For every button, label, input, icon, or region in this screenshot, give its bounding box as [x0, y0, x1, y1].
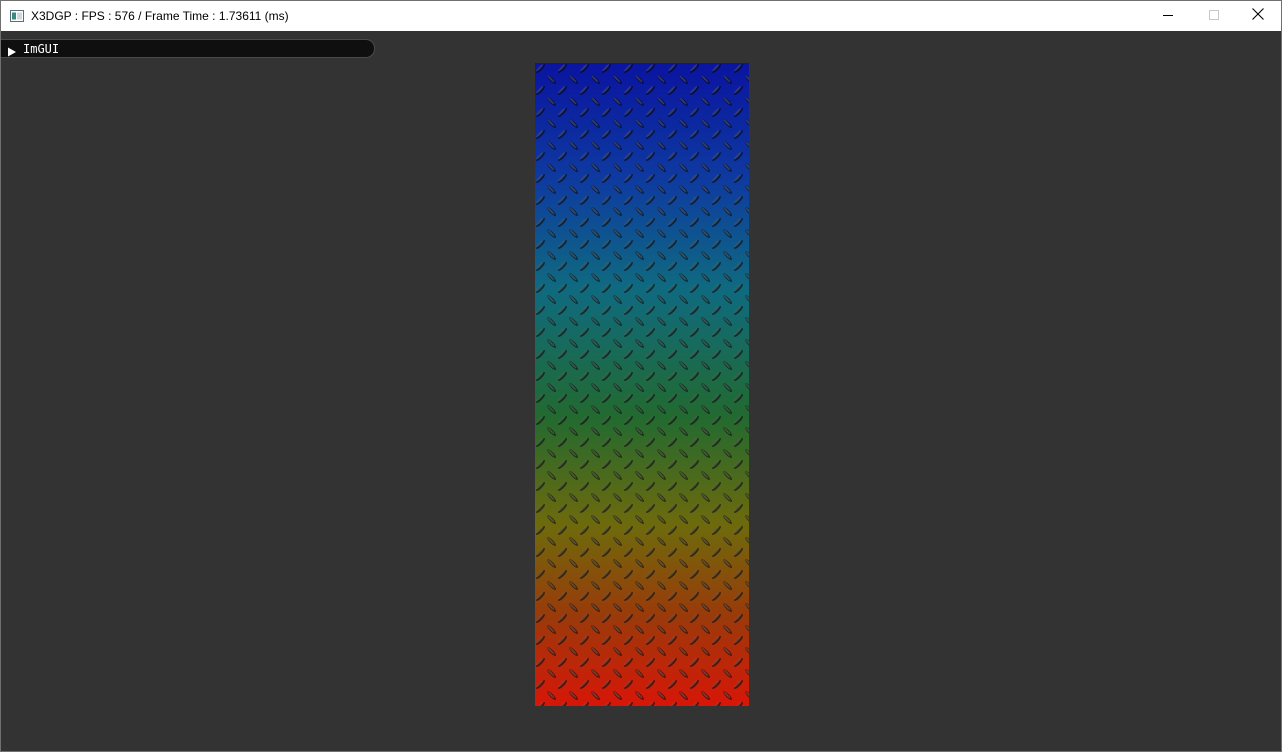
close-button[interactable]: [1235, 1, 1281, 31]
close-icon: [1252, 7, 1264, 25]
render-viewport[interactable]: ImGUI: [1, 31, 1281, 751]
diamond-plate-texture: [535, 63, 749, 706]
maximize-icon: [1209, 7, 1219, 25]
imgui-collapsing-header[interactable]: ImGUI: [1, 39, 375, 58]
minimize-button[interactable]: [1145, 1, 1191, 31]
maximize-button[interactable]: [1191, 1, 1237, 31]
window-title: X3DGP : FPS : 576 / Frame Time : 1.73611…: [31, 9, 289, 23]
app-window-icon: [10, 9, 24, 22]
app-window: X3DGP : FPS : 576 / Frame Time : 1.73611…: [0, 0, 1282, 752]
textured-quad: [535, 63, 749, 706]
minimize-icon: [1163, 7, 1173, 25]
collapsed-triangle-icon: [7, 44, 17, 57]
title-bar[interactable]: X3DGP : FPS : 576 / Frame Time : 1.73611…: [1, 1, 1281, 31]
imgui-header-label: ImGUI: [23, 42, 60, 56]
